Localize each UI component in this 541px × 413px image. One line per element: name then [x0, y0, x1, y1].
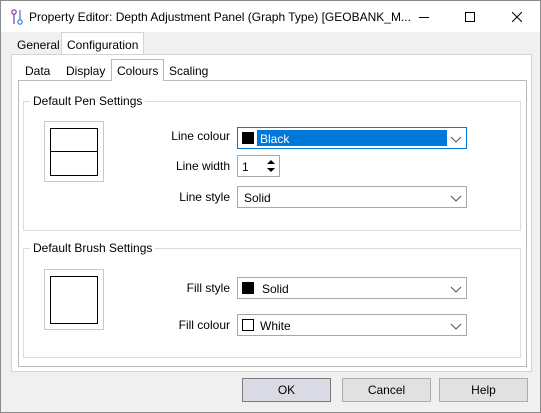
tab-colours[interactable]: Colours: [111, 59, 165, 81]
window-title: Property Editor: Depth Adjustment Panel …: [29, 10, 411, 24]
line-style-label: Line style: [179, 190, 230, 204]
close-button[interactable]: [494, 1, 540, 32]
cancel-button[interactable]: Cancel: [342, 378, 431, 402]
ok-button[interactable]: OK: [242, 378, 331, 402]
tab-configuration[interactable]: Configuration: [61, 32, 145, 54]
fill-colour-swatch: [242, 319, 254, 331]
chevron-down-icon: [450, 286, 462, 293]
maximize-button[interactable]: [447, 1, 493, 32]
pen-preview-box: [50, 128, 98, 176]
line-colour-label: Line colour: [171, 129, 230, 143]
line-colour-swatch: [242, 132, 254, 144]
maximize-icon: [465, 11, 475, 22]
line-width-label: Line width: [175, 159, 230, 173]
line-width-spinner[interactable]: 1: [237, 155, 280, 177]
chevron-down-icon: [450, 323, 462, 330]
line-style-select[interactable]: Solid: [237, 186, 467, 208]
pen-preview-line: [50, 151, 98, 152]
minimize-button[interactable]: [401, 1, 447, 32]
line-colour-select[interactable]: Black: [237, 127, 467, 149]
property-editor-icon: [11, 9, 23, 25]
minimize-icon: [419, 16, 429, 18]
spin-up-down-icon: [267, 160, 275, 172]
line-style-value: Solid: [244, 191, 271, 205]
line-colour-value: Black: [260, 132, 290, 146]
fill-style-label: Fill style: [186, 281, 230, 295]
pen-preview: [44, 121, 104, 182]
property-editor-window: Property Editor: Depth Adjustment Panel …: [0, 0, 541, 413]
close-icon: [512, 11, 522, 22]
spin-buttons[interactable]: [265, 157, 277, 175]
fill-colour-label: Fill colour: [178, 318, 230, 332]
help-button[interactable]: Help: [439, 378, 528, 402]
brush-preview-box: [50, 276, 98, 324]
chevron-down-icon: [450, 195, 462, 202]
tab-general[interactable]: General: [12, 35, 65, 55]
fill-style-select[interactable]: Solid: [237, 277, 467, 299]
fill-colour-select[interactable]: White: [237, 314, 467, 336]
brush-preview: [44, 269, 104, 330]
tab-display[interactable]: Display: [61, 61, 110, 81]
brush-settings-title: Default Brush Settings: [30, 241, 156, 255]
tab-data[interactable]: Data: [20, 61, 55, 81]
fill-style-value: Solid: [262, 282, 289, 296]
fill-colour-value: White: [260, 319, 291, 333]
tab-scaling[interactable]: Scaling: [164, 61, 213, 81]
chevron-down-icon: [450, 136, 462, 143]
line-width-value: 1: [242, 160, 249, 174]
title-bar[interactable]: Property Editor: Depth Adjustment Panel …: [1, 1, 540, 32]
fill-style-swatch: [242, 282, 254, 294]
pen-settings-title: Default Pen Settings: [30, 94, 146, 108]
